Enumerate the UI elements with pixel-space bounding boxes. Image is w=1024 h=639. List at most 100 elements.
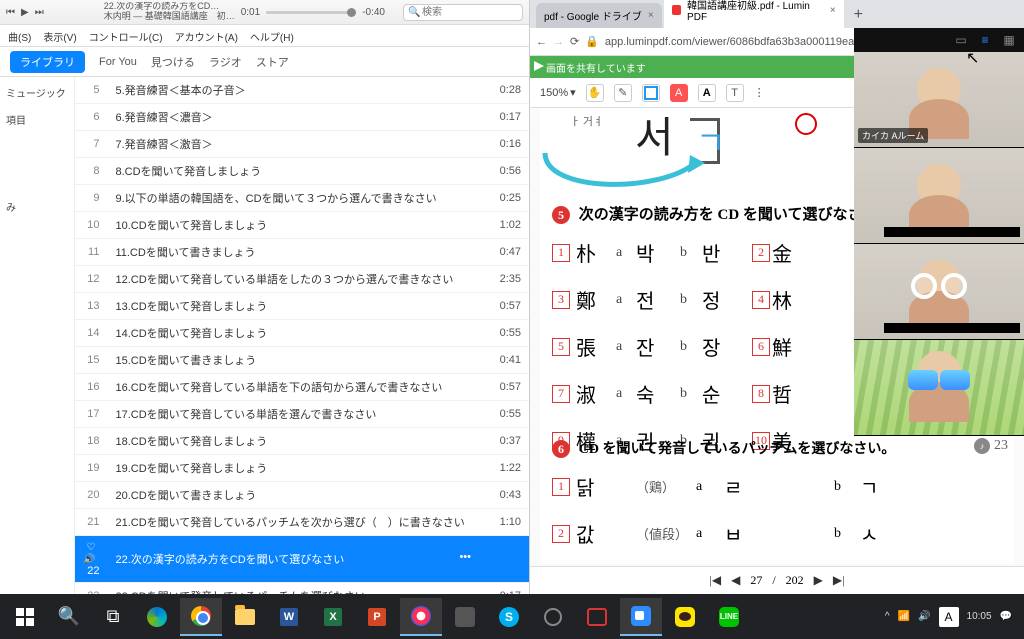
word-app[interactable]: W: [268, 598, 310, 636]
subnav-foryou[interactable]: For You: [99, 56, 137, 68]
view-speaker-icon[interactable]: ▭: [954, 33, 968, 47]
search-button[interactable]: 🔍: [48, 598, 90, 636]
forward-button[interactable]: →: [553, 36, 564, 48]
subnav-browse[interactable]: 見つける: [151, 54, 195, 70]
shape-tool-button[interactable]: [642, 84, 660, 102]
track-row[interactable]: 77.発音練習＜激音＞0:16: [75, 131, 529, 158]
folder-icon: [235, 609, 255, 625]
track-number: 9: [75, 185, 107, 212]
track-row[interactable]: 1111.CDを聞いて書きましょう0:47: [75, 239, 529, 266]
itunes-app[interactable]: [400, 598, 442, 636]
prev-page-button[interactable]: ◀: [731, 573, 740, 588]
track-row[interactable]: ♡🔊2222.次の漢字の読み方をCDを聞いて選びなさい•••: [75, 536, 529, 583]
new-tab-button[interactable]: +: [846, 2, 871, 28]
track-row[interactable]: 1010.CDを聞いて発音しましょう1:02: [75, 212, 529, 239]
menu-view[interactable]: 表示(V): [43, 29, 76, 42]
zoom-tile-3[interactable]: [854, 244, 1024, 340]
track-row[interactable]: 1919.CDを聞いて発音しましょう1:22: [75, 455, 529, 482]
task-view-button[interactable]: ⧉: [92, 598, 134, 636]
menu-control[interactable]: コントロール(C): [89, 29, 163, 42]
track-row[interactable]: 88.CDを聞いて発音しましょう0:56: [75, 158, 529, 185]
track-row[interactable]: 2121.CDを聞いて発音しているパッチムを次から選び（ ）に書きなさい1:10: [75, 509, 529, 536]
itunes-titlebar: ⏮ ▶ ⏭ 22.次の漢字の読み方をCD… 木内明 — 基礎韓国語講座 初… 0…: [0, 0, 529, 25]
chrome-app[interactable]: [180, 598, 222, 636]
text-color-button[interactable]: A: [698, 84, 716, 102]
next-track-button[interactable]: ⏭: [35, 7, 44, 18]
track-row[interactable]: 2323.CDを聞いて発音しているパッチムを選びなさい0:17: [75, 583, 529, 595]
skype-app[interactable]: S: [488, 598, 530, 636]
participant-name: カイカ Aルーム: [858, 128, 928, 143]
sidebar-recent[interactable]: み: [6, 199, 68, 214]
clock-time[interactable]: 10:05: [967, 611, 992, 622]
subnav-store[interactable]: ストア: [256, 54, 289, 70]
next-page-button[interactable]: ▶: [814, 573, 823, 588]
text-tool-button[interactable]: T: [726, 84, 744, 102]
tray-expand-icon[interactable]: ^: [885, 611, 890, 622]
ime-indicator[interactable]: A: [939, 607, 959, 627]
tab-lumin-pdf[interactable]: 韓国語講座初級.pdf - Lumin PDF ×: [664, 0, 844, 28]
highlight-tool-button[interactable]: A: [670, 84, 688, 102]
chevron-down-icon[interactable]: ▾: [570, 86, 576, 99]
excel-app[interactable]: X: [312, 598, 354, 636]
menu-help[interactable]: ヘルプ(H): [250, 29, 294, 42]
track-row[interactable]: 1515.CDを聞いて書きましょう0:41: [75, 347, 529, 374]
menu-song[interactable]: 曲(S): [8, 29, 31, 42]
view-strip-icon[interactable]: ≡: [978, 33, 992, 47]
more-icon[interactable]: •••: [459, 551, 471, 563]
track-row[interactable]: 2020.CDを聞いて書きましょう0:43: [75, 482, 529, 509]
track-row[interactable]: 1414.CDを聞いて発音しましょう0:55: [75, 320, 529, 347]
track-row[interactable]: 1616.CDを聞いて発音している単語を下の語句から選んで書きなさい0:57: [75, 374, 529, 401]
reload-button[interactable]: ⟳: [570, 35, 579, 48]
back-button[interactable]: ←: [536, 36, 547, 48]
track-row[interactable]: 1818.CDを聞いて発音しましょう0:37: [75, 428, 529, 455]
snip-app[interactable]: [576, 598, 618, 636]
track-row[interactable]: 1313.CDを聞いて発音しましょう0:57: [75, 293, 529, 320]
tab-google-drive[interactable]: pdf - Google ドライブ ×: [536, 3, 662, 28]
track-row[interactable]: 1212.CDを聞いて発音している単語をしたの３つから選んで書きなさい2:35: [75, 266, 529, 293]
track-duration: 1:10: [479, 509, 529, 536]
zoom-tile-1[interactable]: カイカ Aルーム: [854, 52, 1024, 148]
tray-network-icon[interactable]: 📶: [898, 611, 910, 622]
ppt-app[interactable]: P: [356, 598, 398, 636]
itunes-icon: [411, 606, 431, 626]
track-row[interactable]: 99.以下の単語の韓国語を、CDを聞いて３つから選んで書きなさい0:25: [75, 185, 529, 212]
sidebar-category[interactable]: 項目: [6, 112, 68, 127]
zoom-tile-4[interactable]: [854, 340, 1024, 436]
track-row[interactable]: 55.発音練習＜基本の子音＞0:28: [75, 77, 529, 104]
line-app[interactable]: LINE: [708, 598, 750, 636]
close-icon[interactable]: ×: [648, 10, 654, 21]
zoom-level[interactable]: 150%: [540, 87, 568, 99]
explorer-app[interactable]: [224, 598, 266, 636]
zoom-tile-2[interactable]: [854, 148, 1024, 244]
track-row[interactable]: 66.発音練習＜濃音＞0:17: [75, 104, 529, 131]
lock-icon: 🔒: [585, 35, 599, 48]
sidebar-music[interactable]: ミュージック: [6, 85, 68, 100]
kakao-app[interactable]: [664, 598, 706, 636]
subnav-radio[interactable]: ラジオ: [209, 54, 242, 70]
hand-tool-button[interactable]: ✋: [586, 84, 604, 102]
view-grid-icon[interactable]: ▦: [1002, 33, 1016, 47]
more-tools-icon[interactable]: ⋮: [754, 86, 765, 99]
zoom-app[interactable]: [620, 598, 662, 636]
track-number: 11: [75, 239, 107, 266]
search-input[interactable]: [403, 4, 523, 21]
prev-track-button[interactable]: ⏮: [6, 7, 15, 18]
play-button[interactable]: ▶: [21, 7, 29, 18]
first-page-button[interactable]: |◀: [709, 573, 721, 588]
start-button[interactable]: [4, 598, 46, 636]
close-icon[interactable]: ×: [830, 5, 836, 16]
section-number-6: 6: [552, 440, 570, 458]
notifications-icon[interactable]: 💬: [1000, 611, 1012, 622]
pen-tool-button[interactable]: ✎: [614, 84, 632, 102]
url-text[interactable]: app.luminpdf.com/viewer/6086bdfa63b3a000…: [605, 36, 873, 48]
track-list: 55.発音練習＜基本の子音＞0:2866.発音練習＜濃音＞0:1777.発音練習…: [75, 77, 529, 594]
settings-app[interactable]: [532, 598, 574, 636]
subnav-library[interactable]: ライブラリ: [10, 51, 85, 73]
track-row[interactable]: 1717.CDを聞いて発音している単語を選んで書きなさい0:55: [75, 401, 529, 428]
menu-account[interactable]: アカウント(A): [175, 29, 238, 42]
generic-app-1[interactable]: [444, 598, 486, 636]
edge-app[interactable]: [136, 598, 178, 636]
tray-volume-icon[interactable]: 🔊: [918, 611, 930, 622]
last-page-button[interactable]: ▶|: [833, 573, 845, 588]
seek-bar[interactable]: [266, 11, 356, 14]
